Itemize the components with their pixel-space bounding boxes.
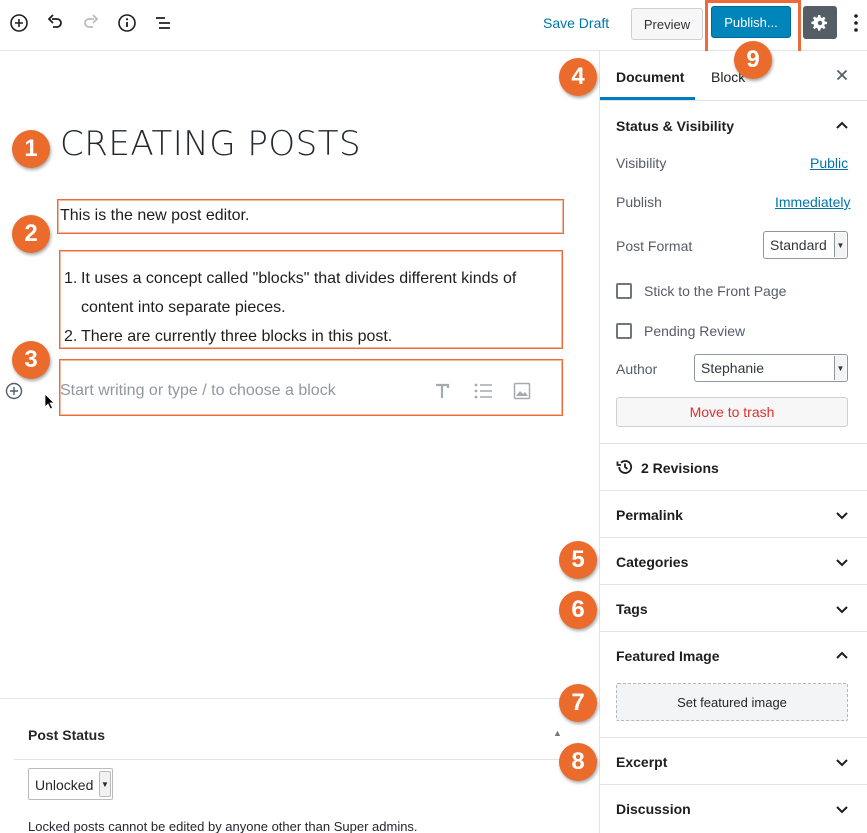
post-format-label: Post Format	[616, 238, 693, 254]
author-label: Author	[616, 361, 658, 377]
post-format-select[interactable]: Standard ▼	[763, 231, 848, 259]
excerpt-panel-title[interactable]: Excerpt	[616, 754, 667, 770]
chevron-down-icon[interactable]	[833, 553, 851, 571]
chevron-up-icon[interactable]	[833, 647, 851, 665]
paragraph-block[interactable]: This is the new post editor.	[57, 199, 564, 234]
annotation-badge: 9	[734, 41, 772, 79]
select-arrow-icon: ▼	[834, 233, 846, 257]
gear-icon	[811, 14, 827, 31]
post-title[interactable]: CREATING POSTS	[60, 124, 361, 164]
select-arrow-icon: ▼	[834, 356, 846, 380]
list-item: 1. It uses a concept called "blocks" that…	[64, 270, 517, 287]
block-navigation-icon[interactable]	[153, 10, 173, 36]
heading-block-icon[interactable]	[431, 380, 453, 402]
panel-divider	[600, 584, 867, 585]
inline-inserter-icon[interactable]	[5, 382, 23, 400]
add-block-icon[interactable]	[9, 10, 29, 36]
publish-button[interactable]: Publish...	[711, 6, 791, 38]
list-block-icon[interactable]	[472, 380, 494, 402]
annotation-badge: 3	[12, 341, 50, 379]
tab-document[interactable]: Document	[616, 69, 684, 85]
mouse-cursor-icon	[44, 393, 56, 411]
visibility-link[interactable]: Public	[810, 155, 848, 171]
pending-review-checkbox[interactable]	[616, 323, 632, 339]
lock-status-select[interactable]: Unlocked ▼	[28, 768, 113, 800]
revisions-link[interactable]: 2 Revisions	[641, 460, 719, 476]
settings-sidebar: Document Block Status & Visibility Visib…	[599, 51, 867, 833]
annotation-badge: 8	[559, 743, 597, 781]
meta-box-divider	[0, 698, 598, 699]
tabs-divider	[600, 100, 867, 101]
redo-icon[interactable]	[81, 10, 101, 36]
set-featured-image-button[interactable]: Set featured image	[616, 683, 848, 721]
chevron-down-icon[interactable]	[833, 600, 851, 618]
close-icon[interactable]	[834, 67, 850, 83]
panel-divider	[600, 631, 867, 632]
pending-review-label[interactable]: Pending Review	[644, 323, 745, 339]
sticky-label[interactable]: Stick to the Front Page	[644, 283, 786, 299]
lock-note: Locked posts cannot be edited by anyone …	[28, 819, 418, 833]
chevron-down-icon[interactable]	[833, 753, 851, 771]
list-block[interactable]: 1. It uses a concept called "blocks" that…	[59, 250, 563, 349]
revisions-icon	[616, 458, 634, 476]
sticky-checkbox[interactable]	[616, 283, 632, 299]
chevron-down-icon[interactable]	[833, 506, 851, 524]
author-select[interactable]: Stephanie ▼	[694, 354, 848, 382]
annotation-badge: 4	[559, 58, 597, 96]
permalink-panel-title[interactable]: Permalink	[616, 507, 683, 523]
save-draft-button[interactable]: Save Draft	[543, 15, 609, 31]
post-status-title: Post Status	[28, 727, 106, 743]
list-item: 2. There are currently three blocks in th…	[64, 328, 393, 345]
move-to-trash-button[interactable]: Move to trash	[616, 397, 848, 427]
publish-date-link[interactable]: Immediately	[775, 194, 850, 210]
editor-toolbar: Save Draft Preview Publish...	[0, 0, 867, 55]
annotation-badge: 2	[12, 215, 50, 253]
list-item-continuation: content into separate pieces.	[81, 299, 286, 316]
meta-toggle-icon[interactable]: ▲	[553, 728, 562, 738]
annotation-badge: 6	[559, 591, 597, 629]
featured-image-panel-title[interactable]: Featured Image	[616, 648, 719, 664]
chevron-up-icon[interactable]	[833, 117, 851, 135]
panel-divider	[600, 737, 867, 738]
settings-button[interactable]	[803, 6, 837, 39]
chevron-down-icon[interactable]	[833, 800, 851, 818]
select-arrow-icon: ▼	[99, 771, 111, 797]
annotation-badge: 7	[559, 684, 597, 722]
annotation-badge: 1	[12, 130, 50, 168]
status-visibility-title[interactable]: Status & Visibility	[616, 118, 734, 134]
visibility-label: Visibility	[616, 155, 667, 171]
empty-block[interactable]: Start writing or type / to choose a bloc…	[59, 359, 563, 416]
preview-button[interactable]: Preview	[631, 8, 703, 40]
more-options-icon[interactable]	[849, 11, 863, 35]
block-placeholder: Start writing or type / to choose a bloc…	[60, 382, 336, 399]
panel-divider	[600, 443, 867, 444]
publish-label: Publish	[616, 194, 662, 210]
info-icon[interactable]	[117, 10, 137, 36]
categories-panel-title[interactable]: Categories	[616, 554, 688, 570]
tags-panel-title[interactable]: Tags	[616, 601, 648, 617]
annotation-badge: 5	[559, 541, 597, 579]
panel-divider	[600, 784, 867, 785]
panel-divider	[600, 537, 867, 538]
undo-icon[interactable]	[45, 10, 65, 36]
discussion-panel-title[interactable]: Discussion	[616, 801, 691, 817]
meta-box-inner-divider	[14, 759, 598, 760]
image-block-icon[interactable]	[511, 380, 533, 402]
panel-divider	[600, 490, 867, 491]
